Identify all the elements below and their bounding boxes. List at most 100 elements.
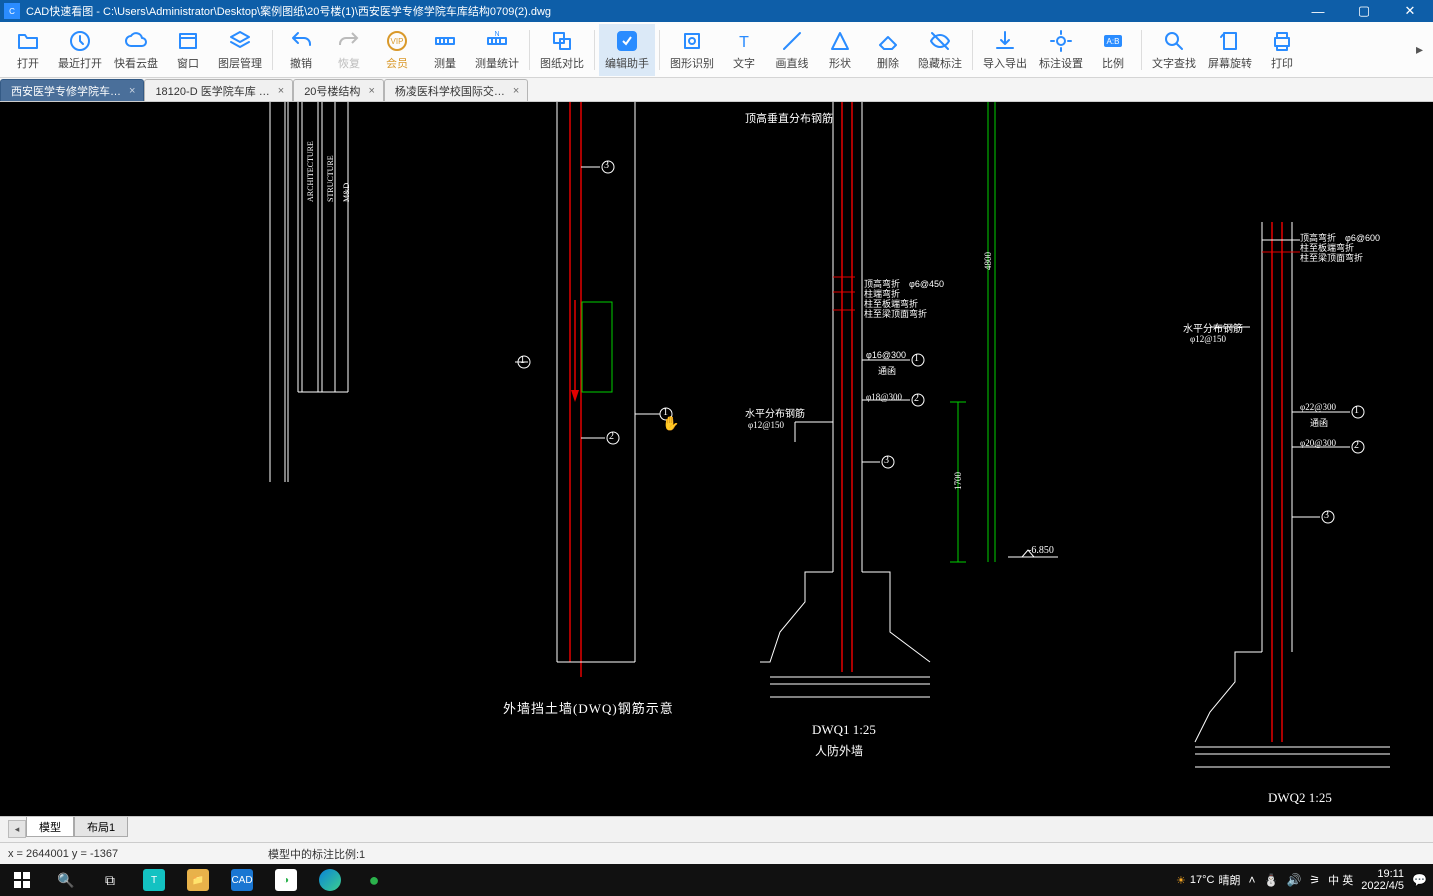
recent-icon <box>68 29 92 53</box>
toolbar-recent-button[interactable]: 最近打开 <box>52 24 108 76</box>
dwg-callout-1a: 1 <box>520 355 525 366</box>
tab-label: 西安医学专修学院车… <box>11 83 121 99</box>
taskbar-app-wechat[interactable]: ● <box>352 864 396 896</box>
tab-label: 杨凌医科学校国际交… <box>395 83 505 99</box>
line-icon <box>780 29 804 53</box>
dwg-horiz-bar: 水平分布钢筋 <box>745 405 805 420</box>
toolbar-rotate-button[interactable]: 屏幕旋转 <box>1202 24 1258 76</box>
toolbar-undo-button[interactable]: 撤销 <box>277 24 325 76</box>
toolbar-redo-button[interactable]: 恢复 <box>325 24 373 76</box>
dwg-spec-2: φ18@300 <box>866 392 902 402</box>
system-tray: ☀ 17°C 晴朗 ˄ ⛄ 🔊 ⚞ 中 英 19:11 2022/4/5 💬 <box>1176 868 1433 892</box>
drawing-canvas[interactable]: 顶高垂直分布钢筋 ARCHITECTURE STRUCTURE M&D 3 1 … <box>0 102 1433 816</box>
toolbar-window-button[interactable]: 窗口 <box>164 24 212 76</box>
tab-close-button[interactable]: × <box>513 85 519 97</box>
layout-prev-button[interactable]: ◂ <box>8 820 26 838</box>
toolbar-measure-stat-button[interactable]: N 测量统计 <box>469 24 525 76</box>
toolbar-label: 窗口 <box>177 55 199 71</box>
search-icon[interactable]: 🔍 <box>44 864 88 896</box>
tab-label: 18120-D 医学院车库 … <box>155 83 269 99</box>
dwg-callout-3c: 3 <box>1324 510 1329 521</box>
start-button[interactable] <box>0 864 44 896</box>
toolbar-import-export-button[interactable]: 导入导出 <box>977 24 1033 76</box>
dwg-spec-1b: 通函 <box>878 364 896 377</box>
dwg-elevation: -6.850 <box>1028 545 1054 556</box>
document-tab-3[interactable]: 杨凌医科学校国际交… × <box>384 79 528 101</box>
ratio-icon: A:B <box>1101 29 1125 53</box>
tray-people-icon[interactable]: ⛄ <box>1263 873 1278 887</box>
toolbar-more-button[interactable]: ▸ <box>1410 41 1429 58</box>
dwg-title-3: DWQ2 1:25 <box>1268 790 1332 806</box>
svg-text:T: T <box>739 34 749 51</box>
tray-volume-icon[interactable]: 🔊 <box>1286 873 1301 887</box>
toolbar-layer-button[interactable]: 图层管理 <box>212 24 268 76</box>
toolbar-text-button[interactable]: T文字 <box>720 24 768 76</box>
tab-close-button[interactable]: × <box>278 85 284 97</box>
toolbar-ratio-button[interactable]: A:B 比例 <box>1089 24 1137 76</box>
document-tab-0[interactable]: 西安医学专修学院车… × <box>0 79 144 101</box>
toolbar-delete-button[interactable]: 删除 <box>864 24 912 76</box>
toolbar-label: 会员 <box>386 55 408 71</box>
measure-stat-icon: N <box>485 29 509 53</box>
toolbar-shape-button[interactable]: 形状 <box>816 24 864 76</box>
tray-ime[interactable]: 中 英 <box>1328 872 1353 888</box>
dwg-callout-2c: 2 <box>1354 440 1359 451</box>
delete-icon <box>876 29 900 53</box>
window-title: CAD快速看图 - C:\Users\Administrator\Desktop… <box>26 3 1295 19</box>
tray-wifi-icon[interactable]: ⚞ <box>1309 873 1320 887</box>
toolbar-label: 画直线 <box>776 55 809 71</box>
tab-close-button[interactable]: × <box>129 85 135 97</box>
taskbar-app-360[interactable]: ◑ <box>264 864 308 896</box>
import-export-icon <box>993 29 1017 53</box>
taskbar-app-1[interactable]: T <box>132 864 176 896</box>
maximize-button[interactable]: ▢ <box>1341 0 1387 22</box>
taskbar-app-explorer[interactable]: 📁 <box>176 864 220 896</box>
dwg-horiz-bar-2: 水平分布钢筋 <box>1183 320 1243 335</box>
toolbar-print-button[interactable]: 打印 <box>1258 24 1306 76</box>
weather-widget[interactable]: ☀ 17°C 晴朗 <box>1176 872 1240 888</box>
minimize-button[interactable]: — <box>1295 0 1341 22</box>
tray-notifications-icon[interactable]: 💬 <box>1412 873 1427 887</box>
layout-tab-layout1[interactable]: 布局1 <box>74 817 128 837</box>
dwg-callout-3a: 3 <box>604 160 609 171</box>
toolbar-label: 测量统计 <box>475 55 519 71</box>
toolbar-measure-button[interactable]: 测量 <box>421 24 469 76</box>
dwg-note-block-2: 顶高弯折 φ6@600 柱至板端弯折 柱至梁顶面弯折 <box>1300 234 1380 264</box>
toolbar-label: 撤销 <box>290 55 312 71</box>
toolbar-search-text-button[interactable]: 文字查找 <box>1146 24 1202 76</box>
tray-chevron-icon[interactable]: ˄ <box>1248 873 1255 887</box>
dwg-label-ms: M&D <box>342 183 351 202</box>
toolbar-cloud-button[interactable]: 快看云盘 <box>108 24 164 76</box>
dwg-dim-4800: 4800 <box>983 252 993 270</box>
svg-text:A:B: A:B <box>1107 37 1120 46</box>
tray-clock[interactable]: 19:11 2022/4/5 <box>1361 868 1404 892</box>
toolbar-label: 标注设置 <box>1039 55 1083 71</box>
toolbar-label: 最近打开 <box>58 55 102 71</box>
toolbar-label: 比例 <box>1102 55 1124 71</box>
layout-tab-model[interactable]: 模型 <box>26 817 74 837</box>
task-view-icon[interactable]: ⧉ <box>88 864 132 896</box>
toolbar-vip-button[interactable]: VIP会员 <box>373 24 421 76</box>
document-tab-1[interactable]: 18120-D 医学院车库 … × <box>144 79 293 101</box>
shape-icon <box>828 29 852 53</box>
toolbar-label: 文字查找 <box>1152 55 1196 71</box>
dwg-spec-1: φ16@300 <box>866 350 906 360</box>
close-button[interactable]: ✕ <box>1387 0 1433 22</box>
tab-close-button[interactable]: × <box>368 85 374 97</box>
toolbar-line-button[interactable]: 画直线 <box>768 24 816 76</box>
toolbar-edit-helper-button[interactable]: 编辑助手 <box>599 24 655 76</box>
toolbar-label: 打印 <box>1271 55 1293 71</box>
toolbar-anno-set-button[interactable]: 标注设置 <box>1033 24 1089 76</box>
toolbar-compare-button[interactable]: 图纸对比 <box>534 24 590 76</box>
window-icon <box>176 29 200 53</box>
taskbar-app-cad[interactable]: CAD <box>220 864 264 896</box>
taskbar-app-edge[interactable] <box>308 864 352 896</box>
dwg-label-top: 顶高垂直分布钢筋 <box>745 110 833 126</box>
title-bar: C CAD快速看图 - C:\Users\Administrator\Deskt… <box>0 0 1433 22</box>
toolbar-hide-anno-button[interactable]: 隐藏标注 <box>912 24 968 76</box>
document-tab-2[interactable]: 20号楼结构× <box>293 79 384 101</box>
search-text-icon <box>1162 29 1186 53</box>
svg-text:N: N <box>494 31 499 38</box>
toolbar-open-button[interactable]: 打开 <box>4 24 52 76</box>
toolbar-shape-rec-button[interactable]: 图形识别 <box>664 24 720 76</box>
